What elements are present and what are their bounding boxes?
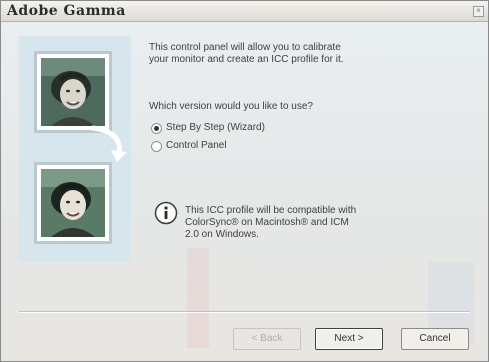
curved-arrow-icon	[90, 125, 127, 162]
back-button[interactable]: < Back	[233, 328, 301, 350]
radio-step-by-step[interactable]	[151, 123, 162, 134]
adobe-gamma-dialog: Adobe Gamma × This control panel will al…	[0, 0, 489, 362]
button-separator	[19, 311, 470, 313]
intro-line-1: This control panel will allow you to cal…	[149, 42, 341, 53]
version-question: Which version would you like to use?	[149, 101, 313, 112]
photo-after	[34, 162, 112, 244]
next-button[interactable]: Next >	[315, 328, 383, 350]
illustration-panel	[19, 36, 131, 262]
radio-control-panel[interactable]	[151, 141, 162, 152]
intro-line-2: your monitor and create an ICC profile f…	[149, 54, 344, 65]
option-control-panel-label[interactable]: Control Panel	[166, 140, 227, 151]
info-line-1: This ICC profile will be compatible with	[185, 205, 357, 216]
background-decoration-accent	[187, 248, 209, 348]
photo-before	[34, 51, 112, 133]
intro-text: This control panel will allow you to cal…	[149, 42, 409, 66]
info-line-3: 2.0 on Windows.	[185, 229, 259, 240]
close-icon[interactable]: ×	[473, 6, 484, 17]
portrait-image-after	[41, 169, 105, 237]
cancel-button[interactable]: Cancel	[401, 328, 469, 350]
window-title: Adobe Gamma	[7, 3, 126, 19]
option-step-by-step-label[interactable]: Step By Step (Wizard)	[166, 122, 265, 133]
compatibility-note: This ICC profile will be compatible with…	[185, 205, 415, 241]
info-line-2: ColorSync® on Macintosh® and ICM	[185, 217, 349, 228]
dialog-body: This control panel will allow you to cal…	[1, 22, 488, 361]
info-icon	[154, 201, 178, 225]
portrait-image-before	[41, 58, 105, 126]
title-bar[interactable]: Adobe Gamma ×	[1, 1, 488, 22]
